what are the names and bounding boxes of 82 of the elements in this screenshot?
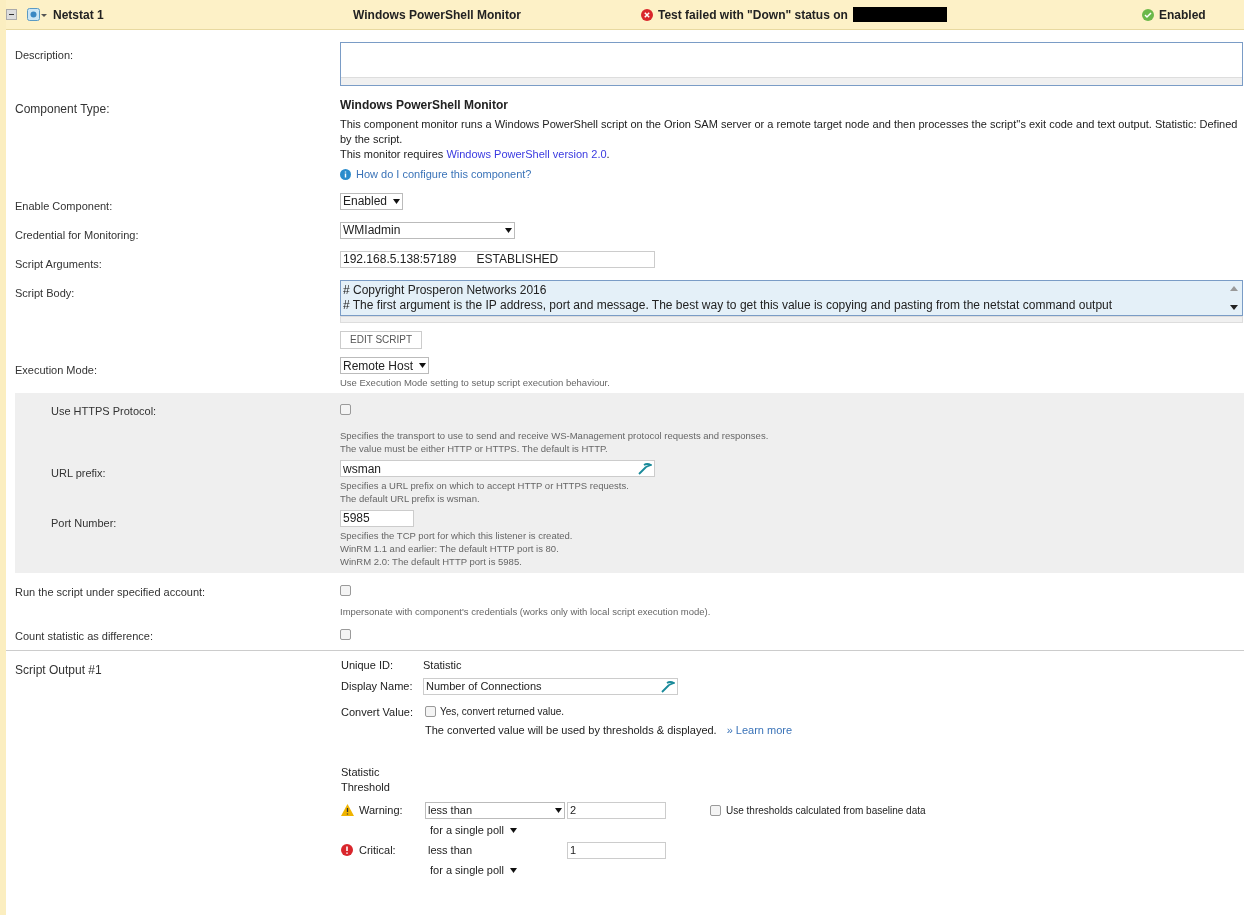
- script-body-field[interactable]: # Copyright Prosperon Networks 2016 # The first argument is the IP address, port and message. The best way to get this value is copying and pasting from the netstat command output: [340, 279, 1243, 316]
- checkbox[interactable]: [340, 404, 351, 415]
- operator-dropdown[interactable]: less than: [425, 801, 565, 819]
- hint-text: Specifies the transport to use to send and receive WS-Management protocol requests and responses.: [340, 429, 770, 442]
- monitor-type: Windows PowerShell Monitor: [353, 6, 522, 24]
- field-label: Enable Component:: [15, 199, 113, 212]
- caret-icon: [510, 868, 517, 873]
- field-label: Script Body:: [15, 286, 75, 299]
- unique-id-label: Unique ID:: [341, 658, 394, 674]
- threshold-value-field[interactable]: 1: [567, 841, 666, 859]
- check-circle-icon: [1142, 8, 1154, 21]
- caret-icon: [419, 363, 427, 368]
- powershell-version-link[interactable]: Windows PowerShell version 2.0: [446, 148, 607, 160]
- wrench-icon: [661, 680, 675, 693]
- script-arguments-field[interactable]: 192.168.5.138:57189 ESTABLISHED: [340, 250, 655, 268]
- caret-icon: [393, 198, 401, 204]
- field-label: Script Output #1: [15, 663, 102, 677]
- component-icon[interactable]: [27, 7, 47, 22]
- hint-text: Specifies the TCP port for which this listener is created.: [340, 529, 574, 542]
- baseline-option-text: Use thresholds calculated from baseline data: [726, 804, 926, 818]
- hint-text: The value must be either HTTP or HTTPS. The default is HTTP.: [340, 442, 609, 455]
- field-label: Credential for Monitoring:: [15, 228, 139, 241]
- threshold-value-field[interactable]: 2: [567, 801, 666, 819]
- caret-icon: [510, 828, 517, 833]
- status-text: Test failed with "Down" status on: [658, 6, 848, 24]
- poll-dropdown[interactable]: for a single poll: [430, 822, 517, 839]
- critical-icon: [341, 844, 353, 856]
- error-icon: [641, 8, 653, 21]
- field-label: Count statistic as difference:: [15, 630, 153, 642]
- field-label: Port Number:: [51, 517, 117, 529]
- credential-dropdown[interactable]: WMIadmin: [340, 221, 515, 239]
- edit-script-button[interactable]: EDIT SCRIPT: [340, 330, 423, 349]
- field-label: Run the script under specified account:: [15, 586, 206, 598]
- field-label: Use HTTPS Protocol:: [51, 405, 157, 417]
- convert-option-text: Yes, convert returned value.: [440, 705, 565, 719]
- field-label: URL prefix:: [51, 467, 106, 479]
- operator-text: less than: [427, 842, 474, 858]
- warning-icon: [341, 804, 354, 816]
- component-description: This component monitor runs a Windows PowerShell script on the Orion SAM server or a remote target node and then processes the script''s exit code and text output. Statistic: Defined by the script.: [340, 117, 1239, 147]
- threshold-label: Critical:: [359, 842, 397, 858]
- resize-handle[interactable]: [340, 315, 1243, 323]
- threshold-label: Warning:: [359, 802, 404, 818]
- component-name: Netstat 1: [53, 6, 105, 24]
- field-label: Component Type:: [15, 102, 110, 116]
- convert-value-label: Convert Value:: [341, 705, 414, 720]
- script-line: # Copyright Prosperon Networks 2016: [343, 282, 547, 298]
- hint-text: Use Execution Mode setting to setup script execution behaviour.: [340, 376, 611, 389]
- info-icon: [340, 168, 351, 180]
- execution-mode-dropdown[interactable]: Remote Host: [340, 357, 430, 374]
- threshold-title: Statistic Threshold: [341, 764, 391, 795]
- unique-id-value: Statistic: [423, 658, 462, 674]
- help-link[interactable]: How do I configure this component?: [356, 166, 532, 183]
- caret-icon: [505, 227, 512, 233]
- wrench-icon: [638, 462, 652, 475]
- description-field[interactable]: [340, 42, 1243, 86]
- requirement-text: This monitor requires Windows PowerShell version 2.0.: [340, 147, 611, 162]
- enabled-status: Enabled: [1159, 6, 1206, 24]
- scroll-arrows-icon: [1230, 284, 1238, 311]
- hint-text: Specifies a URL prefix on which to accept HTTP or HTTPS requests.: [340, 479, 630, 492]
- collapse-button[interactable]: [6, 9, 17, 20]
- checkbox[interactable]: [710, 805, 721, 816]
- hint-text: The default URL prefix is wsman.: [340, 492, 481, 505]
- script-line: # The first argument is the IP address, port and message. The best way to get this value is copying and pasting from the netstat command output: [343, 297, 1113, 313]
- hint-text: WinRM 2.0: The default HTTP port is 5985.: [340, 555, 523, 568]
- component-type-title: Windows PowerShell Monitor: [340, 97, 509, 114]
- port-number-field[interactable]: 5985: [340, 510, 414, 527]
- enable-dropdown[interactable]: Enabled: [340, 192, 404, 210]
- display-name-field[interactable]: Number of Connections: [423, 678, 678, 695]
- checkbox[interactable]: [340, 629, 351, 640]
- checkbox[interactable]: [340, 585, 351, 596]
- field-label: Script Arguments:: [15, 257, 102, 270]
- convert-note: The converted value will be used by thresholds & displayed.: [425, 723, 717, 738]
- field-label: Execution Mode:: [15, 364, 97, 376]
- display-name-label: Display Name:: [341, 679, 414, 695]
- poll-dropdown[interactable]: for a single poll: [430, 862, 517, 879]
- hint-text: Impersonate with component's credentials (works only with local script execution mode).: [340, 605, 712, 618]
- url-prefix-field[interactable]: wsman: [340, 460, 655, 477]
- learn-more-link[interactable]: » Learn more: [726, 722, 793, 739]
- caret-icon: [555, 807, 562, 813]
- hint-text: WinRM 1.1 and earlier: The default HTTP port is 80.: [340, 542, 560, 555]
- field-label: Description:: [15, 49, 74, 61]
- checkbox[interactable]: [425, 706, 436, 717]
